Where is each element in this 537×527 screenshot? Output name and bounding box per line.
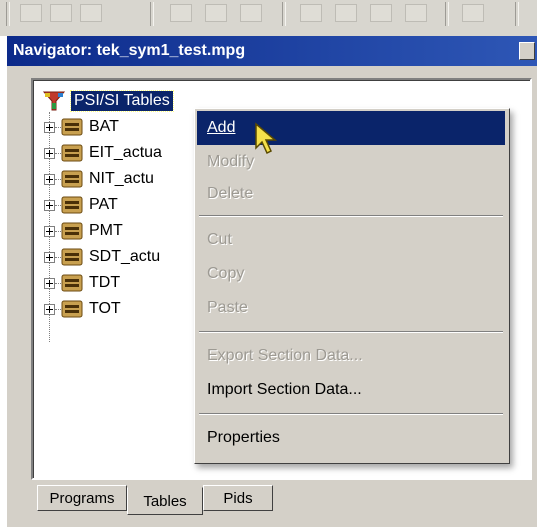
menu-item-import-label: Import Section Data... [207, 381, 362, 398]
tree-item-label: EIT_actua [89, 144, 162, 161]
background-toolbar [0, 0, 537, 36]
toolbar-button-icon[interactable] [205, 4, 227, 22]
toolbar-button-icon[interactable] [335, 4, 357, 22]
toolbar-button-icon[interactable] [462, 4, 484, 22]
expand-plus-icon[interactable] [44, 147, 55, 159]
toolbar-button-icon[interactable] [240, 4, 262, 22]
toolbar-button-icon[interactable] [405, 4, 427, 22]
menu-item-add-label: Add [207, 119, 236, 136]
table-icon [61, 196, 83, 214]
menu-item-add[interactable]: Add [197, 111, 505, 145]
close-button[interactable] [519, 42, 535, 60]
menu-item-cut-label: Cut [207, 231, 232, 248]
tab-pids-label: Pids [223, 489, 253, 507]
menu-item-properties[interactable]: Properties [197, 421, 505, 455]
menu-item-export-label: Export Section Data... [207, 347, 363, 364]
toolbar-button-icon[interactable] [20, 4, 42, 22]
table-icon [61, 222, 83, 240]
menu-separator [199, 413, 503, 415]
tree-item-label: PMT [89, 222, 123, 239]
tab-bar: Programs Tables Pids [29, 483, 529, 515]
menu-item-paste[interactable]: Paste [197, 291, 505, 325]
toolbar-separator [282, 2, 286, 26]
table-icon [61, 248, 83, 266]
toolbar-button-icon[interactable] [370, 4, 392, 22]
menu-item-copy[interactable]: Copy [197, 257, 505, 291]
expand-plus-icon[interactable] [44, 199, 55, 211]
tree-item-label: PAT [89, 196, 118, 213]
tree-item-label: SDT_actu [89, 248, 161, 265]
menu-item-delete[interactable]: Delete [197, 177, 505, 211]
menu-item-import-section-data[interactable]: Import Section Data... [197, 373, 505, 407]
expand-plus-icon[interactable] [44, 251, 55, 263]
window-title: Navigator: tek_sym1_test.mpg [13, 42, 246, 59]
tree-item-label: NIT_actu [89, 170, 154, 187]
table-icon [61, 118, 83, 136]
menu-separator [199, 331, 503, 333]
menu-item-paste-label: Paste [207, 299, 248, 316]
expand-plus-icon[interactable] [44, 225, 55, 237]
table-icon [61, 170, 83, 188]
menu-item-modify[interactable]: Modify [197, 145, 505, 179]
mouse-pointer-icon [255, 122, 278, 155]
toolbar-separator [6, 2, 10, 26]
toolbar-button-icon[interactable] [300, 4, 322, 22]
expand-plus-icon[interactable] [44, 303, 55, 315]
tab-programs[interactable]: Programs [37, 485, 127, 511]
tree-root-node[interactable]: PSI/SI Tables [43, 90, 174, 112]
tab-pids[interactable]: Pids [203, 485, 273, 511]
expand-plus-icon[interactable] [44, 121, 55, 133]
expand-plus-icon[interactable] [44, 277, 55, 289]
menu-item-properties-label: Properties [207, 429, 280, 446]
toolbar-button-icon[interactable] [50, 4, 72, 22]
menu-item-export-section-data[interactable]: Export Section Data... [197, 339, 505, 373]
toolbar-button-icon[interactable] [170, 4, 192, 22]
tree-root-label: PSI/SI Tables [70, 90, 174, 112]
tab-programs-label: Programs [49, 489, 115, 507]
table-icon [61, 274, 83, 292]
context-menu: Add Modify Delete Cut Copy Paste Export … [194, 108, 510, 464]
tree-item-label: TDT [89, 274, 121, 291]
menu-item-modify-label: Modify [207, 153, 255, 170]
toolbar-separator [515, 2, 519, 26]
menu-item-cut[interactable]: Cut [197, 223, 505, 257]
table-icon [61, 144, 83, 162]
tab-tables[interactable]: Tables [127, 487, 203, 515]
table-icon [61, 300, 83, 318]
expand-plus-icon[interactable] [44, 173, 55, 185]
tree-item-label: BAT [89, 118, 119, 135]
tree-item-label: TOT [89, 300, 121, 317]
toolbar-separator [445, 2, 449, 26]
menu-item-copy-label: Copy [207, 265, 245, 282]
toolbar-button-icon[interactable] [80, 4, 102, 22]
toolbar-separator [150, 2, 154, 26]
title-bar[interactable]: Navigator: tek_sym1_test.mpg [7, 36, 537, 66]
tab-tables-label: Tables [143, 492, 187, 510]
menu-separator [199, 215, 503, 217]
funnel-tree-icon [43, 91, 65, 111]
menu-item-delete-label: Delete [207, 185, 254, 202]
